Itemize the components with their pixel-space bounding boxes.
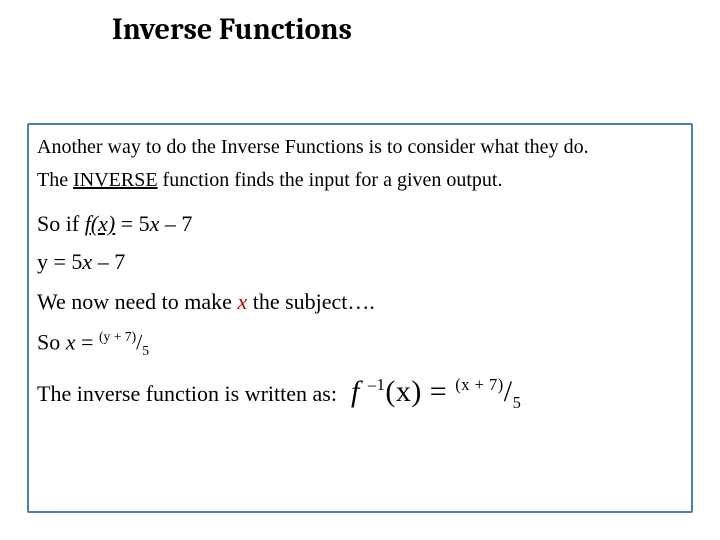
denominator: 5 — [513, 393, 522, 412]
line-x-solution: So x = (y + 7)/5 — [37, 329, 683, 359]
text: the subject…. — [247, 289, 375, 314]
content-box: Another way to do the Inverse Functions … — [27, 123, 693, 513]
x-part: (x) = — [385, 375, 455, 408]
x-italic: x — [150, 211, 160, 236]
fx-italic: f(x) — [85, 211, 116, 236]
line-make-subject: We now need to make x the subject…. — [37, 289, 683, 315]
text: = 5 — [115, 211, 149, 236]
numerator: (y + 7) — [99, 329, 136, 344]
slide: Inverse Functions Another way to do the … — [0, 0, 720, 540]
x-italic: x — [66, 329, 76, 354]
f-italic: f — [351, 375, 368, 408]
text: y = 5 — [37, 249, 82, 274]
paragraph-inverse-def: The INVERSE function finds the input for… — [37, 168, 683, 193]
inverse-underlined: INVERSE — [73, 169, 157, 191]
text: = — [76, 329, 99, 354]
text: We now need to make — [37, 289, 237, 314]
text: function finds the input for a given out… — [158, 169, 503, 191]
text: – 7 — [92, 249, 125, 274]
paragraph-intro: Another way to do the Inverse Functions … — [37, 135, 683, 160]
line-inverse-result: The inverse function is written as: f –1… — [37, 375, 683, 413]
x-red: x — [237, 289, 247, 314]
x-italic: x — [82, 249, 92, 274]
text: – 7 — [159, 211, 192, 236]
numerator: (x + 7) — [455, 375, 504, 394]
slide-title: Inverse Functions — [112, 12, 352, 47]
line-y-eq: y = 5x – 7 — [37, 249, 683, 275]
inverse-label: The inverse function is written as: — [37, 381, 337, 407]
inverse-expression: f –1(x) = (x + 7)/5 — [351, 375, 521, 413]
denominator: 5 — [142, 343, 149, 358]
text: The — [37, 169, 73, 191]
text: So — [37, 329, 66, 354]
slash: / — [504, 375, 513, 408]
text: So if — [37, 211, 85, 236]
line-fx-def: So if f(x) = 5x – 7 — [37, 211, 683, 237]
inverse-exponent: –1 — [368, 375, 386, 394]
